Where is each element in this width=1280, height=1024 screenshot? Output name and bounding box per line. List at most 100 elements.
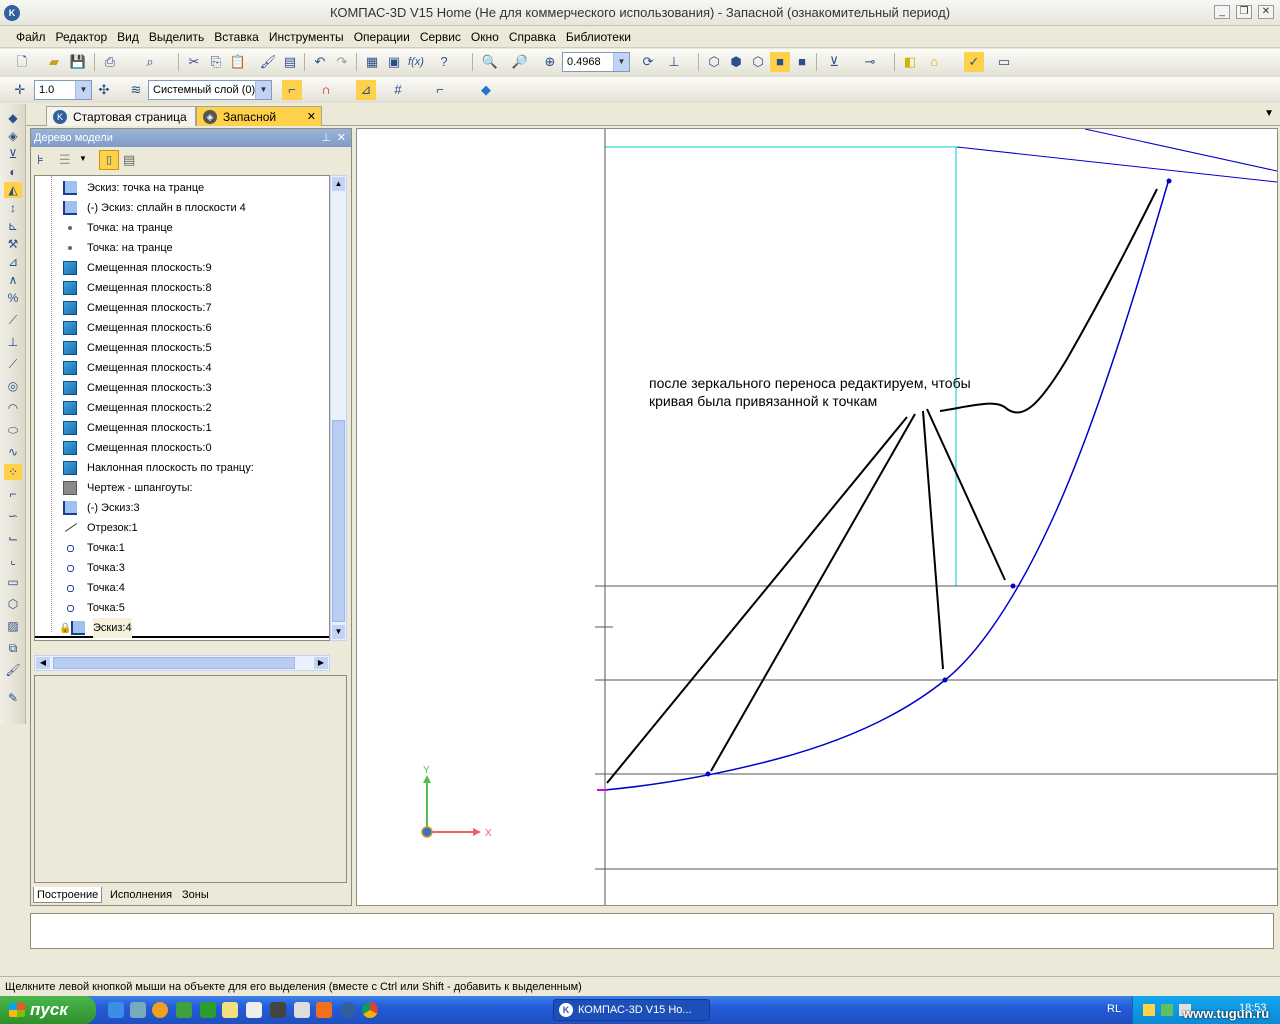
scroll-left-icon[interactable]: ◀ [36, 657, 50, 669]
round-button[interactable]: ⌐ [430, 80, 450, 100]
tool-circle[interactable]: ◎ [4, 378, 22, 394]
step-combo[interactable]: 1.0 ▼ [34, 80, 92, 100]
copy-button[interactable]: ⎘ [206, 52, 226, 72]
tree-item[interactable]: 🔒 Эскиз:4 [35, 618, 329, 638]
media-icon[interactable] [270, 1002, 286, 1018]
tree-item[interactable]: Смещенная плоскость:6 [35, 318, 329, 338]
quicklaunch-4-icon[interactable] [176, 1002, 192, 1018]
menu-libraries[interactable]: Библиотеки [562, 26, 635, 48]
tool-fillet[interactable]: ⌞ [4, 552, 22, 568]
quicklaunch-10-icon[interactable] [316, 1002, 332, 1018]
snap-button[interactable]: ∩ [316, 80, 336, 100]
tree-item[interactable]: Эскиз: точка на транце [35, 178, 329, 198]
menu-file[interactable]: Файл [12, 26, 50, 48]
menu-operations[interactable]: Операции [350, 26, 414, 48]
tree-structure-icon[interactable]: ⊧ [37, 152, 44, 168]
tool-hammer[interactable]: ⚒ [4, 236, 22, 252]
tab-zapasnoy[interactable]: ◈ Запасной ✕ [196, 106, 322, 126]
tree-item[interactable]: Отрезок:1 [35, 518, 329, 538]
tool-polygon[interactable]: ⬡ [4, 596, 22, 612]
restore-button[interactable]: ❐ [1236, 5, 1252, 19]
step-cursor-button[interactable]: ✛ [10, 80, 30, 100]
tree-item[interactable]: Чертеж - шпангоуты: [35, 478, 329, 498]
cut-button[interactable]: ✂ [184, 52, 204, 72]
new-file-button[interactable]: 🗋 [12, 52, 32, 72]
menu-view[interactable]: Вид [113, 26, 143, 48]
wireframe-button[interactable]: ⬡ [704, 52, 724, 72]
tab-start-page[interactable]: K Стартовая страница [46, 106, 196, 126]
tree-horizontal-scrollbar[interactable]: ◀ ▶ [34, 655, 330, 671]
chrome-icon[interactable] [362, 1002, 378, 1018]
tree-item[interactable]: (-) Эскиз: сплайн в плоскости 4 [35, 198, 329, 218]
scroll-h-thumb[interactable] [53, 657, 295, 669]
tool-segment[interactable]: ⟋ [4, 356, 22, 372]
shaded-button[interactable]: ■ [770, 52, 790, 72]
pin-icon[interactable]: ⊥ [321, 129, 331, 147]
select-filter-button[interactable]: ⊸ [860, 52, 880, 72]
tool-curve[interactable]: ∽ [4, 508, 22, 524]
layers-button[interactable]: ≋ [126, 80, 146, 100]
minimize-button[interactable]: _ [1214, 5, 1230, 19]
layer-combo[interactable]: Системный слой (0) ▼ [148, 80, 272, 100]
tab-versions[interactable]: Исполнения [107, 887, 175, 903]
scroll-up-icon[interactable]: ▲ [332, 177, 345, 191]
command-line-panel[interactable] [30, 913, 1274, 949]
tree-item[interactable]: Точка: на транце [35, 238, 329, 258]
tool-percent[interactable]: % [4, 290, 22, 306]
cube-button[interactable]: ◧ [900, 52, 920, 72]
menu-service[interactable]: Сервис [416, 26, 465, 48]
tool-vertical[interactable]: ⊥ [4, 334, 22, 350]
quicklaunch-7-icon[interactable] [246, 1002, 262, 1018]
ie-icon[interactable] [108, 1002, 124, 1018]
print-button[interactable]: ⎙ [100, 52, 120, 72]
menu-tools[interactable]: Инструменты [265, 26, 348, 48]
tree-item[interactable]: Смещенная плоскость:8 [35, 278, 329, 298]
zoom-fit-button[interactable]: 🔎 [510, 52, 530, 72]
zoom-scale-button[interactable]: ⊕ [540, 52, 560, 72]
quicklaunch-5-icon[interactable] [200, 1002, 216, 1018]
tool-surface[interactable]: ◐ [4, 164, 22, 180]
redo-button[interactable]: ↷ [332, 52, 352, 72]
tool-offset[interactable]: ⌐ [4, 486, 22, 502]
tool-edit[interactable]: ✎ [4, 690, 22, 706]
tool-points[interactable]: ⁘ [4, 464, 22, 480]
tree-item[interactable]: Точка:1 [35, 538, 329, 558]
scroll-right-icon[interactable]: ▶ [314, 657, 328, 669]
tree-item[interactable]: Смещенная плоскость:1 [35, 418, 329, 438]
paste-button[interactable]: 📋 [228, 52, 248, 72]
measure-button[interactable]: ▭ [994, 52, 1014, 72]
grid-button[interactable]: # [388, 80, 408, 100]
local-cs-button[interactable]: ✣ [94, 80, 114, 100]
zoom-window-button[interactable]: 🔍 [480, 52, 500, 72]
menu-select[interactable]: Выделить [145, 26, 208, 48]
menu-editor[interactable]: Редактор [52, 26, 112, 48]
tabs-menu-arrow-icon[interactable]: ▼ [1264, 108, 1274, 119]
rotate-button[interactable]: ⟳ [638, 52, 658, 72]
tool-spline[interactable]: ∿ [4, 444, 22, 460]
quicklaunch-2-icon[interactable] [130, 1002, 146, 1018]
house-button[interactable]: ⌂ [924, 52, 944, 72]
tree-item[interactable]: (-) Эскиз:3 [35, 498, 329, 518]
hidden-lines-button[interactable]: ⬢ [726, 52, 746, 72]
tool-arc[interactable]: ◠ [4, 400, 22, 416]
filter-button[interactable]: ⊻ [824, 52, 844, 72]
tool-assembly[interactable]: ◈ [4, 128, 22, 144]
tool-filter[interactable]: ⊻ [4, 146, 22, 162]
notepad-icon[interactable] [222, 1002, 238, 1018]
highlight-button[interactable]: ✓ [964, 52, 984, 72]
tree-item[interactable]: Точка:5 [35, 598, 329, 618]
panel-close-icon[interactable]: ✕ [337, 129, 346, 147]
tab-construction[interactable]: Построение [33, 887, 103, 903]
tray-icon-1[interactable] [1143, 1004, 1155, 1016]
tree-item[interactable]: Смещенная плоскость:9 [35, 258, 329, 278]
preview-button[interactable]: ⌕ [140, 52, 160, 72]
scroll-thumb[interactable] [332, 420, 345, 622]
scroll-down-icon[interactable]: ▼ [332, 625, 345, 639]
undo-button[interactable]: ↶ [310, 52, 330, 72]
save-button[interactable]: 💾 [68, 52, 88, 72]
tree-item[interactable]: Смещенная плоскость:7 [35, 298, 329, 318]
start-button[interactable]: пуск [0, 996, 96, 1024]
tool-sketch[interactable]: ◭ [4, 182, 22, 198]
tree-item[interactable]: Смещенная плоскость:3 [35, 378, 329, 398]
shaded-edges-button[interactable]: ■ [792, 52, 812, 72]
